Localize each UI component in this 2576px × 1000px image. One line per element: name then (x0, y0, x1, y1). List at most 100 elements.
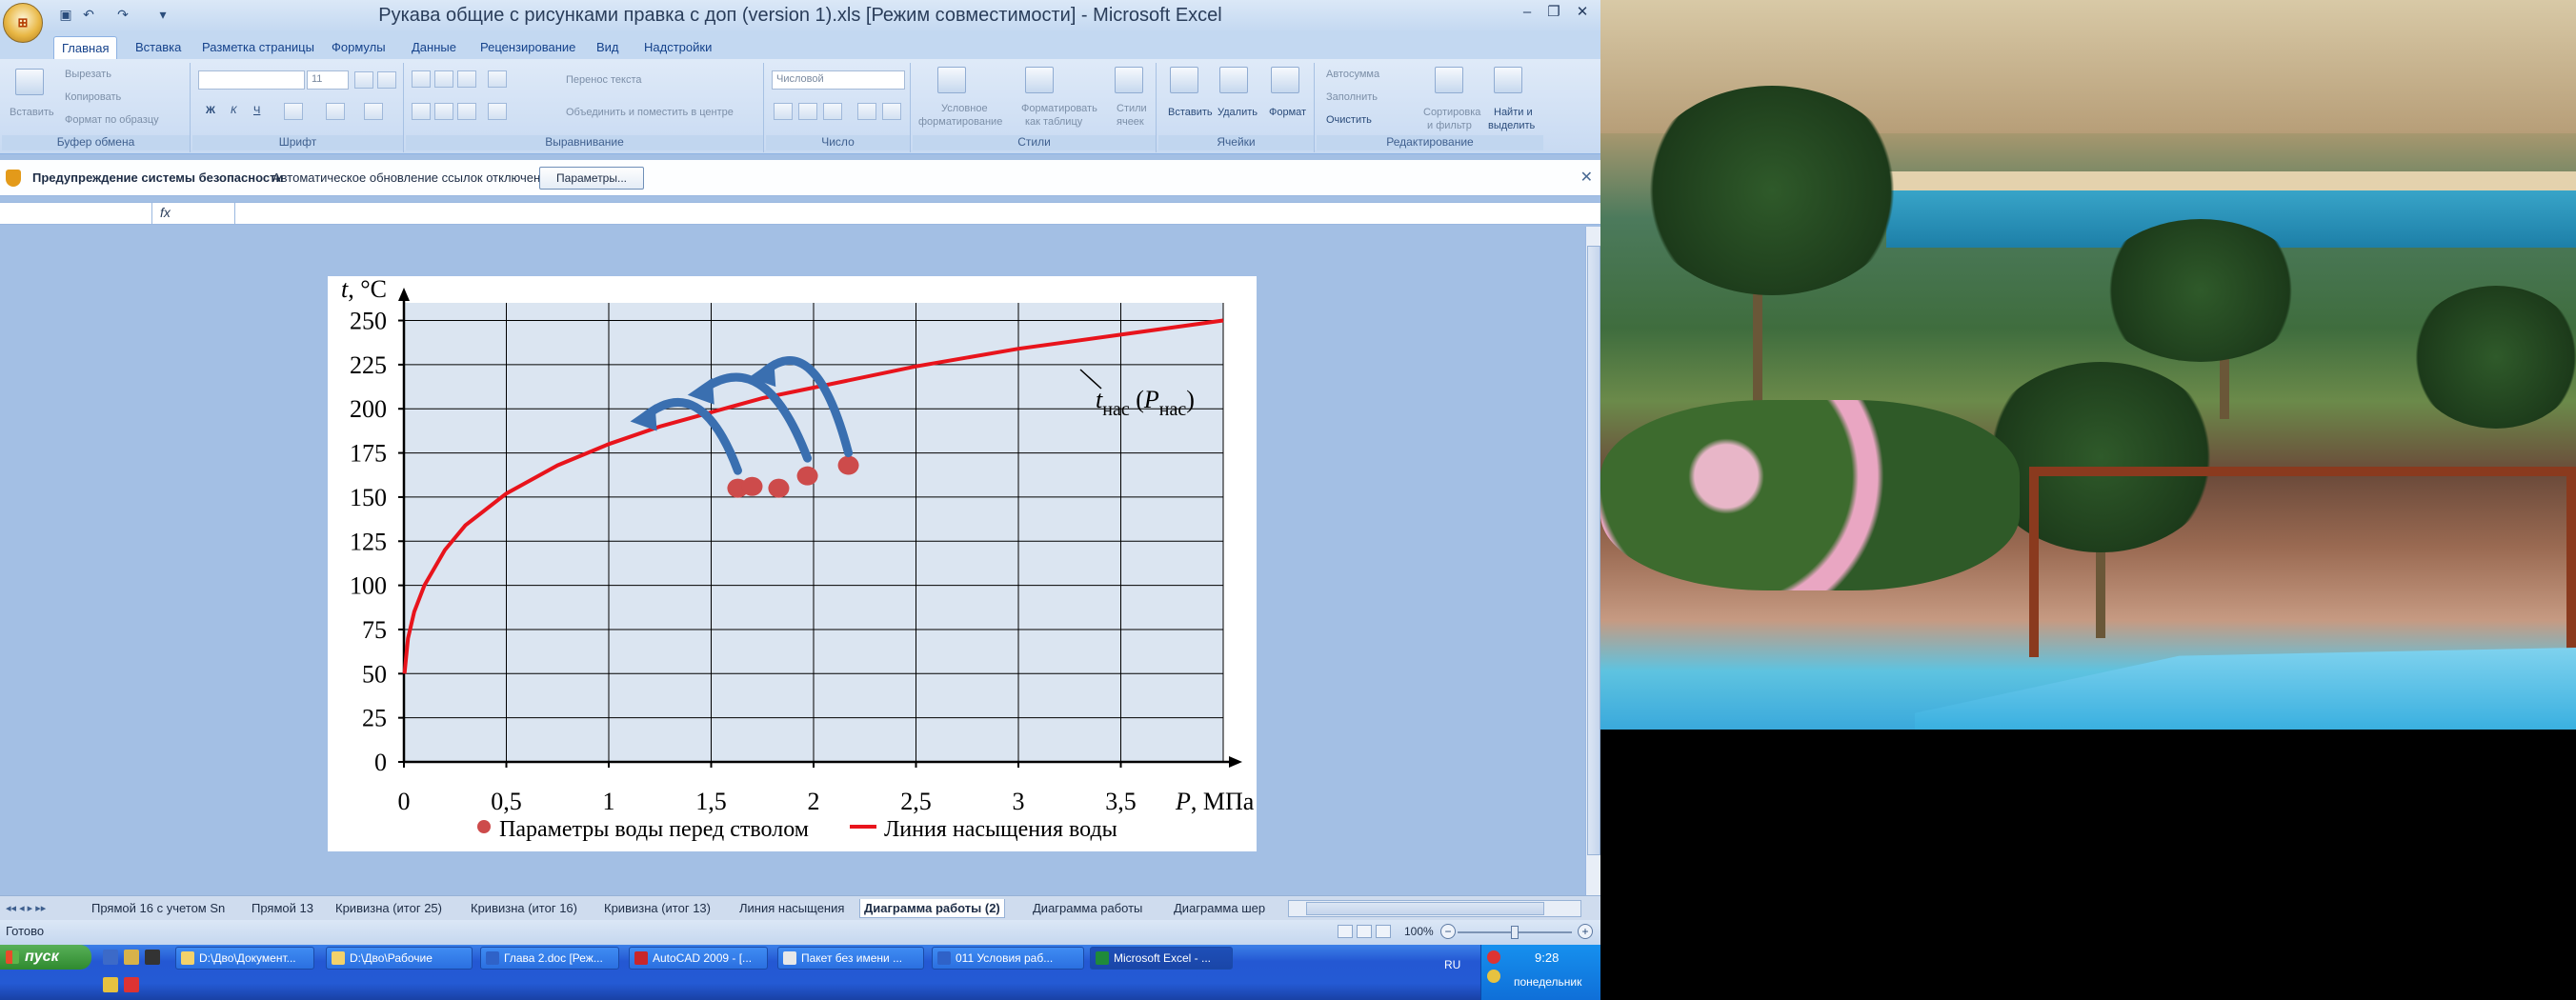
cut-button[interactable]: Вырезать (65, 69, 111, 80)
horizontal-scroll-thumb[interactable] (1306, 902, 1544, 915)
zoom-slider[interactable] (1458, 926, 1572, 939)
zoom-in-icon[interactable]: + (1578, 924, 1593, 939)
sheet-nav-arrows-icon[interactable]: ◂◂ ◂ ▸ ▸▸ (6, 899, 46, 918)
font-color-icon[interactable] (364, 103, 383, 120)
autosum-button[interactable]: Автосумма (1326, 69, 1379, 80)
merge-center-button[interactable]: Объединить и поместить в центре (566, 107, 734, 118)
fill-button[interactable]: Заполнить (1326, 91, 1378, 103)
font-size-field[interactable]: 11 (307, 70, 349, 90)
font-name-field[interactable] (198, 70, 305, 90)
fill-color-icon[interactable] (326, 103, 345, 120)
increase-decimal-icon[interactable] (857, 103, 876, 120)
tray-icon[interactable] (1487, 950, 1500, 964)
delete-cells-icon[interactable] (1219, 67, 1248, 93)
tab-home[interactable]: Главная (53, 36, 118, 59)
taskbar-item[interactable]: AutoCAD 2009 - [... (629, 947, 768, 970)
sort-filter-icon[interactable] (1435, 67, 1463, 93)
language-indicator[interactable]: RU (1444, 958, 1460, 971)
tab-view[interactable]: Вид (589, 36, 627, 59)
sheet-tab[interactable]: Диаграмма шер (1174, 899, 1265, 918)
taskbar-item[interactable]: Пакет без имени ... (777, 947, 924, 970)
conditional-format-button[interactable]: Условное (941, 103, 988, 114)
cell-styles-button[interactable]: Стили (1117, 103, 1147, 114)
format-cells-button[interactable]: Формат (1269, 107, 1306, 118)
align-bottom-icon[interactable] (457, 70, 476, 88)
format-painter-button[interactable]: Формат по образцу (65, 114, 159, 126)
taskbar-item[interactable]: D:\Дво\Рабочие (326, 947, 473, 970)
horizontal-scrollbar[interactable] (1288, 900, 1581, 917)
align-middle-icon[interactable] (434, 70, 453, 88)
wrap-text-button[interactable]: Перенос текста (566, 74, 642, 86)
minimize-icon[interactable]: – (1515, 2, 1540, 23)
format-as-table-button[interactable]: Форматировать (1021, 103, 1097, 114)
format-as-table-button-line2[interactable]: как таблицу (1025, 116, 1082, 128)
tab-addins[interactable]: Надстройки (636, 36, 719, 59)
conditional-format-icon[interactable] (937, 67, 966, 93)
tab-review[interactable]: Рецензирование (473, 36, 583, 59)
quick-launch-icon[interactable] (124, 950, 139, 965)
align-right-icon[interactable] (457, 103, 476, 120)
zoom-level[interactable]: 100% (1404, 925, 1434, 938)
percent-icon[interactable] (798, 103, 817, 120)
sheet-tab-active[interactable]: Диаграмма работы (2) (859, 899, 1005, 918)
insert-cells-icon[interactable] (1170, 67, 1198, 93)
normal-view-icon[interactable] (1338, 925, 1353, 938)
tab-formulas[interactable]: Формулы (324, 36, 393, 59)
zoom-out-icon[interactable]: − (1440, 924, 1456, 939)
quick-launch-icon[interactable] (103, 977, 118, 992)
start-button[interactable]: пуск (0, 945, 91, 970)
taskbar-item-active[interactable]: Microsoft Excel - ... (1090, 947, 1233, 970)
vertical-scrollbar[interactable] (1585, 227, 1600, 895)
insert-function-icon[interactable]: fx (160, 205, 171, 220)
page-break-view-icon[interactable] (1376, 925, 1391, 938)
underline-button[interactable]: Ч (253, 105, 260, 116)
borders-icon[interactable] (284, 103, 303, 120)
sort-filter-button-line2[interactable]: и фильтр (1427, 120, 1472, 131)
close-icon[interactable]: ✕ (1580, 168, 1593, 187)
page-layout-view-icon[interactable] (1357, 925, 1372, 938)
currency-icon[interactable] (774, 103, 793, 120)
sheet-tab[interactable]: Прямой 16 с учетом Sn (91, 899, 225, 918)
italic-button[interactable]: К (231, 105, 236, 116)
paste-icon[interactable] (15, 69, 44, 95)
tab-insert[interactable]: Вставка (128, 36, 189, 59)
bold-button[interactable]: Ж (206, 105, 215, 116)
name-box[interactable] (0, 203, 152, 224)
cell-styles-button-line2[interactable]: ячеек (1117, 116, 1144, 128)
show-desktop-icon[interactable] (103, 950, 118, 965)
thousands-icon[interactable] (823, 103, 842, 120)
restore-icon[interactable]: ❐ (1541, 2, 1566, 23)
align-left-icon[interactable] (412, 103, 431, 120)
sheet-tab[interactable]: Диаграмма работы (1033, 899, 1142, 918)
sort-filter-button[interactable]: Сортировка (1423, 107, 1480, 118)
find-select-button[interactable]: Найти и (1494, 107, 1533, 118)
quick-launch-icon[interactable] (124, 977, 139, 992)
format-cells-icon[interactable] (1271, 67, 1299, 93)
tab-data[interactable]: Данные (404, 36, 464, 59)
align-center-icon[interactable] (434, 103, 453, 120)
find-select-icon[interactable] (1494, 67, 1522, 93)
sheet-tab[interactable]: Кривизна (итог 13) (604, 899, 711, 918)
paste-button[interactable]: Вставить (10, 107, 54, 118)
tab-page-layout[interactable]: Разметка страницы (194, 36, 322, 59)
decrease-decimal-icon[interactable] (882, 103, 901, 120)
clear-button[interactable]: Очистить (1326, 114, 1372, 126)
shrink-font-icon[interactable] (377, 71, 396, 89)
close-icon[interactable]: ✕ (1570, 2, 1595, 23)
quick-launch-icon[interactable] (145, 950, 160, 965)
format-as-table-icon[interactable] (1025, 67, 1054, 93)
number-format-field[interactable]: Числовой (772, 70, 905, 90)
insert-cells-button[interactable]: Вставить (1168, 107, 1213, 118)
taskbar-item[interactable]: D:\Дво\Документ... (175, 947, 314, 970)
sheet-tab[interactable]: Прямой 13 (252, 899, 313, 918)
grow-font-icon[interactable] (354, 71, 373, 89)
sheet-tab[interactable]: Кривизна (итог 25) (335, 899, 442, 918)
vertical-scroll-thumb[interactable] (1587, 246, 1600, 855)
tray-icon[interactable] (1487, 970, 1500, 983)
find-select-button-line2[interactable]: выделить (1488, 120, 1535, 131)
copy-button[interactable]: Копировать (65, 91, 121, 103)
taskbar-item[interactable]: 011 Условия раб... (932, 947, 1084, 970)
delete-cells-button[interactable]: Удалить (1218, 107, 1258, 118)
orientation-icon[interactable] (488, 70, 507, 88)
align-top-icon[interactable] (412, 70, 431, 88)
